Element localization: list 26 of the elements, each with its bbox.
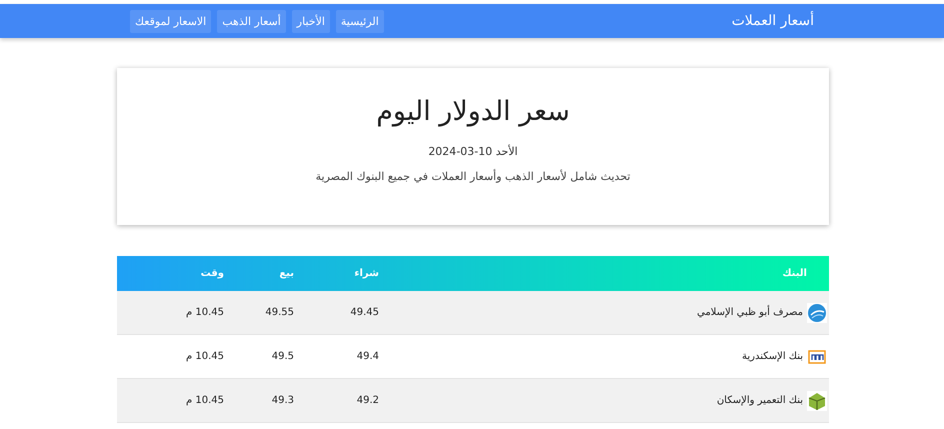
column-header: شراء <box>353 268 380 279</box>
column-header: بيع <box>278 268 295 279</box>
table-cell-text: 49.45 <box>349 307 380 318</box>
nav-link[interactable]: الرئيسية <box>336 10 384 32</box>
bank-name: بنك التعمير والإسكان <box>716 395 803 406</box>
date-text: الأحد 10-03-2024 <box>428 145 518 158</box>
cube-icon <box>807 390 827 410</box>
site-title[interactable]: أسعار العملات <box>732 13 814 29</box>
column-header: وقت <box>200 268 225 279</box>
table-cell-text: 49.2 <box>356 395 380 406</box>
globe-icon <box>807 302 827 322</box>
table-cell-text: 10.45 م <box>184 395 225 406</box>
nav-link[interactable]: الاسعار لموقعك <box>130 10 212 32</box>
page-title: سعر الدولار اليوم <box>376 96 570 127</box>
subtitle-text: تحديث شامل لأسعار الذهب وأسعار العملات في جميع البنوك المصرية <box>316 170 630 183</box>
table-cell-text: 49.3 <box>270 395 295 406</box>
table-cell-text: 10.45 م <box>184 307 225 318</box>
bank-name: بنك الإسكندرية <box>742 351 803 362</box>
table-cell-text: 49.4 <box>356 351 380 362</box>
bank-name: مصرف أبو ظبي الإسلامي <box>696 307 803 318</box>
table-cell-text: 10.45 م <box>184 351 225 362</box>
nav-link[interactable]: أسعار الذهب <box>217 10 286 32</box>
table-cell-text: 49.55 <box>264 307 295 318</box>
nav-link[interactable]: الأخبار <box>292 10 330 32</box>
column-header: البنك <box>781 268 808 279</box>
table-cell-text: 49.5 <box>270 351 295 362</box>
